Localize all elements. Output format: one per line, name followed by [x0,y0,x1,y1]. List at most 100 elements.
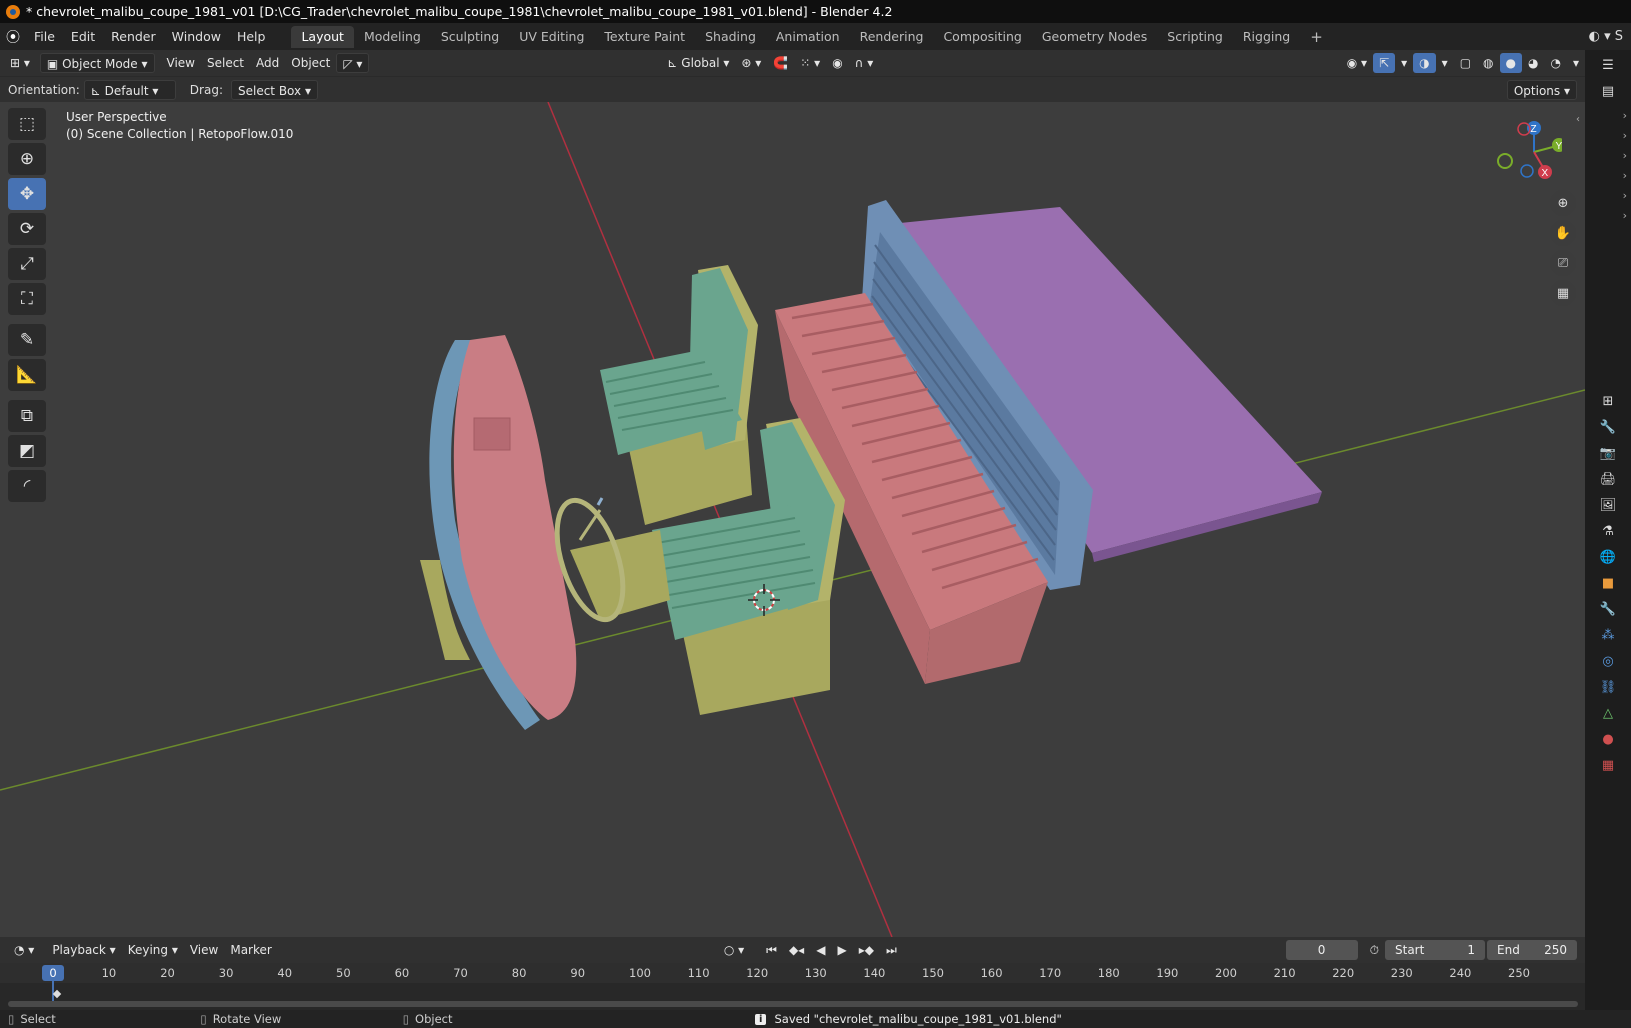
measure-tool-icon[interactable]: 📐 [8,359,46,391]
retopoflow-tool-icon[interactable]: ◩ [8,435,46,467]
menu-select[interactable]: Select [201,53,250,73]
wireframe-shading-icon[interactable]: ◍ [1477,53,1499,73]
add-workspace-icon[interactable]: + [1300,26,1333,48]
preview-range-icon[interactable]: ⏱ [1364,940,1385,960]
orientation-dropdown[interactable]: ⊾ Default ▾ [83,79,176,100]
tab-geometry-nodes[interactable]: Geometry Nodes [1032,26,1157,48]
scene-selector-icon[interactable]: ◐ ▾ S [1589,29,1631,44]
axis-gizmo-svg[interactable]: Z Y X [1490,114,1566,184]
world-properties-icon[interactable]: 🌐 [1597,546,1619,568]
auto-keying-icon[interactable]: ○ ▾ [718,940,750,960]
menu-add[interactable]: Add [250,53,285,73]
scale-tool-icon[interactable]: ⤢ [8,248,46,280]
physics-properties-icon[interactable]: ◎ [1597,650,1619,672]
menu-object[interactable]: Object [285,53,336,73]
menu-edit[interactable]: Edit [63,25,103,49]
playback-dropdown[interactable]: Playback ▾ [46,940,121,960]
sidebar-toggle-icon[interactable]: ‹ [1576,114,1580,125]
material-properties-icon[interactable]: ● [1597,728,1619,750]
annotate-tool-icon[interactable]: ✎ [8,324,46,356]
data-properties-icon[interactable]: △ [1597,702,1619,724]
output-properties-icon[interactable]: 🖨 [1597,468,1619,490]
jump-end-icon[interactable]: ⏭ [880,940,903,960]
proportional-edit-icon[interactable]: ◉ [826,53,848,73]
modifier-properties-icon[interactable]: 🔧 [1597,598,1619,620]
tab-compositing[interactable]: Compositing [933,26,1031,48]
timeline-menu-view[interactable]: View [184,940,224,960]
timeline-scrollbar[interactable] [8,1001,1578,1007]
mode-dropdown[interactable]: ▣ Object Mode ▾ [39,53,155,73]
tab-rendering[interactable]: Rendering [850,26,934,48]
properties-editor-icon[interactable]: ⊞ [1597,390,1619,412]
object-properties-icon[interactable]: ■ [1597,572,1619,594]
transform-orientation-dropdown[interactable]: ⊾ Global ▾ [661,53,735,73]
curve-tool-icon[interactable]: ◜ [8,470,46,502]
material-shading-icon[interactable]: ◕ [1522,53,1544,73]
rotate-tool-icon[interactable]: ⟳ [8,213,46,245]
zoom-icon[interactable]: ⊕ [1550,190,1576,216]
falloff-icon[interactable]: ∩ ▾ [849,53,880,73]
tab-texture-paint[interactable]: Texture Paint [594,26,695,48]
snap-icon[interactable]: 🧲 [767,53,794,73]
tab-shading[interactable]: Shading [695,26,766,48]
solid-shading-icon[interactable]: ● [1499,53,1522,73]
orthographic-grid-icon[interactable]: ▦ [1550,280,1576,306]
start-frame-field[interactable]: Start 1 [1385,940,1485,960]
blender-menu-icon[interactable]: ⦿ [0,27,26,47]
tool-properties-icon[interactable]: 🔧 [1597,416,1619,438]
scene-properties-icon[interactable]: ⚗ [1597,520,1619,542]
3d-viewport[interactable]: User Perspective (0) Scene Collection | … [0,102,1585,937]
overlay-toggle-icon[interactable]: ◑ [1413,53,1436,73]
gizmo-toggle-icon[interactable]: ⇱ [1373,53,1396,73]
outliner-editor-icon[interactable]: ☰ [1597,54,1619,76]
cursor-tool-icon[interactable]: ⊕ [8,143,46,175]
outliner-filter-icon[interactable]: ▤ [1597,80,1619,102]
play-icon[interactable]: ▶ [831,940,852,960]
rendered-shading-icon[interactable]: ◔ [1544,53,1566,73]
prev-keyframe-icon[interactable]: ◆◂ [783,940,810,960]
play-reverse-icon[interactable]: ◀ [810,940,831,960]
tab-rigging[interactable]: Rigging [1233,26,1300,48]
tab-sculpting[interactable]: Sculpting [431,26,509,48]
jump-start-icon[interactable]: ⏮ [760,940,783,960]
drag-dropdown[interactable]: Select Box ▾ [230,79,318,100]
gpencil-dropdown[interactable]: ◸ ▾ [336,53,370,73]
next-keyframe-icon[interactable]: ▸◆ [853,940,880,960]
shading-dropdown-icon[interactable]: ▾ [1567,53,1585,73]
snap-target-icon[interactable]: ⁙ ▾ [794,53,826,73]
add-cube-tool-icon[interactable]: ⧉ [8,400,46,432]
menu-window[interactable]: Window [164,25,229,49]
current-frame-indicator[interactable]: 0 [42,965,64,981]
pan-hand-icon[interactable]: ✋ [1550,220,1576,246]
pivot-icon[interactable]: ⊛ ▾ [735,53,767,73]
scene-canvas[interactable] [0,102,1585,937]
tab-uv-editing[interactable]: UV Editing [509,26,594,48]
camera-view-icon[interactable]: ⎚ [1550,250,1576,276]
visibility-icon[interactable]: ◉ ▾ [1341,53,1373,73]
render-properties-icon[interactable]: 📷 [1597,442,1619,464]
end-frame-field[interactable]: End 250 [1487,940,1577,960]
menu-render[interactable]: Render [103,25,164,49]
navigation-gizmo[interactable]: Z Y X [1490,114,1566,184]
gizmo-dropdown-icon[interactable]: ▾ [1395,53,1413,73]
view-layer-properties-icon[interactable]: 🖼 [1597,494,1619,516]
select-box-tool-icon[interactable]: ⬚ [8,108,46,140]
timeline-area[interactable]: 0 10 20 30 40 50 60 70 80 90 100 110 120 130 140 150 16… [0,963,1585,1010]
texture-properties-icon[interactable]: ▦ [1597,754,1619,776]
tab-scripting[interactable]: Scripting [1157,26,1233,48]
particles-properties-icon[interactable]: ⁂ [1597,624,1619,646]
options-dropdown[interactable]: Options ▾ [1506,79,1577,100]
overlay-dropdown-icon[interactable]: ▾ [1436,53,1454,73]
move-tool-icon[interactable]: ✥ [8,178,46,210]
tab-modeling[interactable]: Modeling [354,26,431,48]
constraints-properties-icon[interactable]: ⛓ [1597,676,1619,698]
editor-type-icon[interactable]: ⊞ ▾ [4,53,36,73]
tab-layout[interactable]: Layout [291,25,354,48]
tab-animation[interactable]: Animation [766,26,850,48]
menu-view[interactable]: View [161,53,201,73]
transform-tool-icon[interactable]: ⛶ [8,283,46,315]
keying-dropdown[interactable]: Keying ▾ [122,940,184,960]
menu-help[interactable]: Help [229,25,274,49]
xray-icon[interactable]: ▢ [1454,53,1477,73]
timeline-menu-marker[interactable]: Marker [224,940,277,960]
